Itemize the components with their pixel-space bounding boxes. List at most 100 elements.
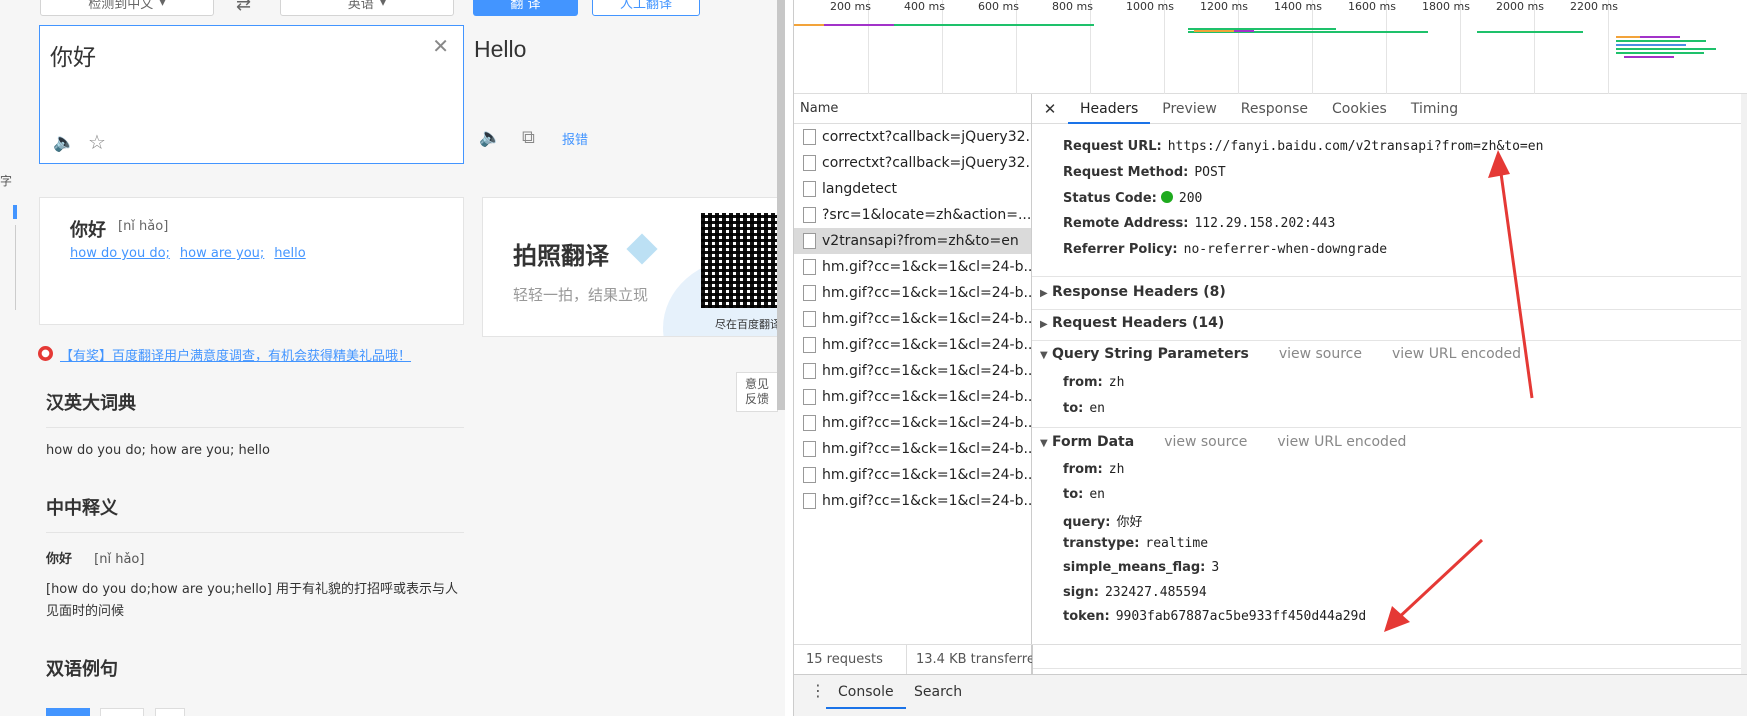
file-icon [803,467,816,483]
request-name: ?src=1&locate=zh&action=... [822,207,1031,223]
section-label: Response Headers (8) [1052,284,1226,300]
timeline-tick-label: 1400 ms [1274,0,1322,13]
tab-search[interactable]: Search [902,675,974,709]
request-row[interactable]: correctxt?callback=jQuery32... [794,150,1031,176]
key: from: [1063,375,1103,390]
request-row[interactable]: hm.gif?cc=1&ck=1&cl=24-b... [794,410,1031,436]
meaning-link[interactable]: how are you; [180,246,264,261]
waterfall-bar [1624,56,1674,58]
tab-response[interactable]: Response [1229,94,1320,124]
human-translate-button[interactable]: 人工翻译 [592,0,700,16]
timeline-gridline [1608,0,1609,94]
value: 3 [1211,560,1220,575]
request-row[interactable]: hm.gif?cc=1&ck=1&cl=24-b... [794,384,1031,410]
network-status-bar: 15 requests 13.4 KB transferred [794,644,1747,675]
section-label: Request Headers (14) [1052,315,1225,331]
translate-button[interactable]: 翻 译 [473,0,578,16]
query-string-toggle[interactable]: ▼ Query String Parameters view source view … [1040,346,1521,362]
tab-headers[interactable]: Headers [1068,94,1151,124]
feedback-button[interactable]: 意见 反馈 [736,372,778,412]
meaning-link[interactable]: how do you do; [70,246,170,261]
divider [1032,309,1747,310]
section-label: Query String Parameters [1052,346,1249,362]
chevron-down-icon: ▾ [159,0,166,10]
key: from: [1063,462,1103,477]
request-row[interactable]: hm.gif?cc=1&ck=1&cl=24-b... [794,306,1031,332]
request-row[interactable]: hm.gif?cc=1&ck=1&cl=24-b... [794,436,1031,462]
timeline-tick-label: 1200 ms [1200,0,1248,13]
cc-definition: [how do you do;how are you;hello] 用于有礼貌的… [46,582,458,619]
star-icon[interactable]: ☆ [88,130,106,154]
tab-console[interactable]: Console [826,675,906,709]
view-source-link[interactable]: view source [1279,346,1362,362]
detail-tabs: ✕ Headers Preview Response Cookies Timin… [1032,94,1747,124]
hot-icon: ● [38,346,53,361]
tab-indicator[interactable] [100,708,144,716]
source-text-box[interactable]: 你好 ✕ 🔈 ☆ [39,25,464,164]
response-headers-toggle[interactable]: ▶ Response Headers (8) [1040,284,1226,300]
copy-icon[interactable]: ⧉ [522,127,535,148]
photo-translate-promo[interactable]: 拍照翻译 轻轻一拍，结果立现 尽在百度翻译 [482,197,782,337]
request-row[interactable]: hm.gif?cc=1&ck=1&cl=24-b... [794,254,1031,280]
bilingual-section-title: 双语例句 [46,659,118,680]
value: en [1089,486,1106,502]
waterfall-bar [1616,44,1686,46]
view-source-link[interactable]: view source [1164,434,1247,450]
speaker-icon[interactable]: 🔈 [479,127,501,148]
detail-scrollbar[interactable] [1741,94,1747,674]
waterfall-bar [1194,30,1234,32]
form-param: transtype: realtime [1063,536,1208,551]
key: sign: [1063,584,1099,600]
request-row[interactable]: hm.gif?cc=1&ck=1&cl=24-b... [794,358,1031,384]
timeline-gridline [1534,0,1535,94]
request-row[interactable]: hm.gif?cc=1&ck=1&cl=24-b... [794,280,1031,306]
tab-indicator[interactable] [46,708,90,716]
request-name: hm.gif?cc=1&ck=1&cl=24-b... [822,311,1031,327]
survey-link[interactable]: 【有奖】百度翻译用户满意度调查，有机会获得精美礼品哦！ [60,345,411,364]
request-row[interactable]: correctxt?callback=jQuery32... [794,124,1031,150]
report-error-link[interactable]: 报错 [562,129,588,148]
source-text[interactable]: 你好 [50,38,96,72]
request-row[interactable]: v2transapi?from=zh&to=en [794,228,1031,254]
meaning-link[interactable]: hello [274,246,305,261]
request-row[interactable]: ?src=1&locate=zh&action=... [794,202,1031,228]
value: 112.29.158.202:443 [1194,216,1336,231]
tab-timing[interactable]: Timing [1399,94,1470,124]
tab-preview[interactable]: Preview [1150,94,1229,124]
target-language-select[interactable]: 英语 ▾ [280,0,454,16]
target-language-label: 英语 [347,0,374,12]
dict-card-pinyin: [nǐ hǎo] [118,219,169,234]
timeline-gridline [1090,0,1091,94]
more-options-icon[interactable]: ⋮ [810,681,826,700]
referrer-policy: Referrer Policy: no-referrer-when-downgra… [1063,242,1387,257]
dict-card-meanings: how do you do; how are you; hello [70,246,306,261]
triangle-down-icon: ▼ [1040,438,1048,449]
divider [1032,276,1747,277]
source-language-select[interactable]: 检测到中文 ▾ [40,0,214,16]
form-param: to: en [1063,487,1105,502]
timeline-gridline [1016,0,1017,94]
tab-cookies[interactable]: Cookies [1320,94,1399,124]
request-headers-toggle[interactable]: ▶ Request Headers (14) [1040,315,1224,331]
close-icon[interactable]: ✕ [1032,100,1068,118]
value: realtime [1145,535,1209,551]
request-row[interactable]: hm.gif?cc=1&ck=1&cl=24-b... [794,462,1031,488]
page-scrollbar[interactable] [777,0,785,410]
view-url-encoded-link[interactable]: view URL encoded [1392,346,1521,362]
file-icon [803,441,816,457]
view-url-encoded-link[interactable]: view URL encoded [1277,434,1406,450]
clear-icon[interactable]: ✕ [432,34,449,58]
form-data-toggle[interactable]: ▼ Form Data view source view URL encoded [1040,434,1406,450]
request-row[interactable]: hm.gif?cc=1&ck=1&cl=24-b... [794,488,1031,514]
form-param: sign: 232427.485594 [1063,585,1207,600]
swap-languages-icon[interactable]: ⇄ [236,0,251,15]
tab-indicator[interactable] [155,708,185,716]
value: 9903fab67887ac5be933ff450d44a29d [1115,609,1367,624]
request-row[interactable]: hm.gif?cc=1&ck=1&cl=24-b... [794,332,1031,358]
qr-label: 尽在百度翻译 [715,318,781,331]
network-timeline[interactable]: 200 ms 400 ms 600 ms 800 ms 1000 ms 1200 ms 14… [794,0,1747,94]
name-column-header[interactable]: Name [794,94,1031,124]
request-row[interactable]: langdetect [794,176,1031,202]
divider [46,427,464,428]
speaker-icon[interactable]: 🔈 [53,132,75,153]
